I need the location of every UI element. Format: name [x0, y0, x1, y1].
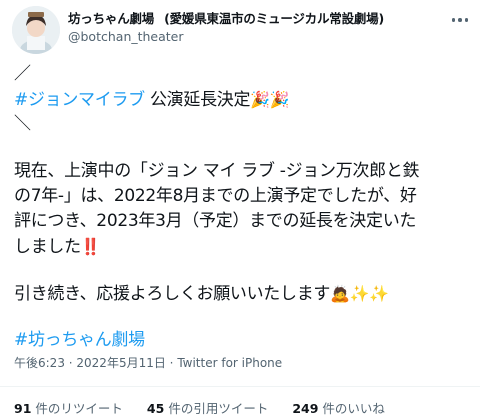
account-name[interactable]: 坊っちゃん劇場 (愛媛県東温市のミュージカル常設劇場): [68, 8, 384, 27]
body-line-text: しました: [14, 237, 81, 257]
avatar-image: [12, 6, 60, 54]
more-options-button[interactable]: [448, 8, 472, 32]
quotes-stat[interactable]: 45 件の引用ツイート: [147, 401, 268, 416]
divider: [0, 386, 480, 387]
retweets-count: 91: [14, 401, 32, 416]
more-dot: [458, 18, 462, 22]
exclamation-icon: ‼️: [80, 237, 101, 256]
body-line: の7年-」は、2022年8月までの上演予定でしたが、好: [14, 186, 417, 206]
tweet-time[interactable]: 午後6:23: [14, 356, 65, 370]
body-line: 評につき、2023年3月（予定）までの延長を決定いた: [14, 211, 417, 231]
headline-line: #ジョンマイラブ 公演延長決定🎉🎉: [14, 87, 474, 112]
bracket-close: ＼: [14, 114, 31, 134]
quotes-label: 件の引用ツイート: [168, 401, 269, 416]
party-popper-icon: 🎉🎉: [250, 90, 290, 109]
body-line: しました‼️: [14, 234, 474, 259]
support-text: 引き続き、応援よろしくお願いいたします: [14, 284, 331, 304]
display-name[interactable]: 坊っちゃん劇場: [68, 11, 154, 26]
body-line: 引き続き、応援よろしくお願いいたします🙇✨✨: [14, 281, 474, 306]
tweet-stats: 91 件のリツイート 45 件の引用ツイート 249 件のいいね: [14, 398, 405, 417]
tweet-meta: 午後6:23 · 2022年5月11日 · Twitter for iPhone: [14, 354, 282, 371]
hashtag-link[interactable]: #坊っちゃん劇場: [14, 328, 474, 353]
hashtag-link[interactable]: #ジョンマイラブ: [14, 90, 145, 110]
likes-stat[interactable]: 249 件のいいね: [292, 401, 385, 416]
tweet-text: ／ #ジョンマイラブ 公演延長決定🎉🎉 ＼ 現在、上演中の「ジョン マイ ラブ …: [14, 62, 474, 353]
likes-label: 件のいいね: [322, 401, 385, 416]
account-subtitle: (愛媛県東温市のミュージカル常設劇場): [164, 11, 384, 26]
more-dot: [464, 18, 469, 22]
bracket-open: ／: [14, 64, 31, 84]
quotes-count: 45: [146, 401, 165, 416]
meta-separator: ·: [165, 356, 178, 370]
account-handle[interactable]: @botchan_theater: [68, 29, 184, 44]
more-dots-icon: [451, 18, 456, 22]
likes-count: 249: [292, 401, 319, 416]
retweets-label: 件のリツイート: [35, 401, 123, 416]
body-line: 現在、上演中の「ジョン マイ ラブ -ジョン万次郎と鉄: [14, 161, 420, 181]
bow-sparkles-icon: 🙇✨✨: [330, 284, 389, 303]
retweets-stat[interactable]: 91 件のリツイート: [14, 401, 123, 416]
tweet-client: Twitter for iPhone: [177, 356, 283, 370]
avatar[interactable]: [12, 6, 60, 54]
headline-text: 公演延長決定: [144, 90, 251, 110]
tweet-date[interactable]: 2022年5月11日: [76, 356, 165, 370]
meta-separator: ·: [64, 356, 77, 370]
